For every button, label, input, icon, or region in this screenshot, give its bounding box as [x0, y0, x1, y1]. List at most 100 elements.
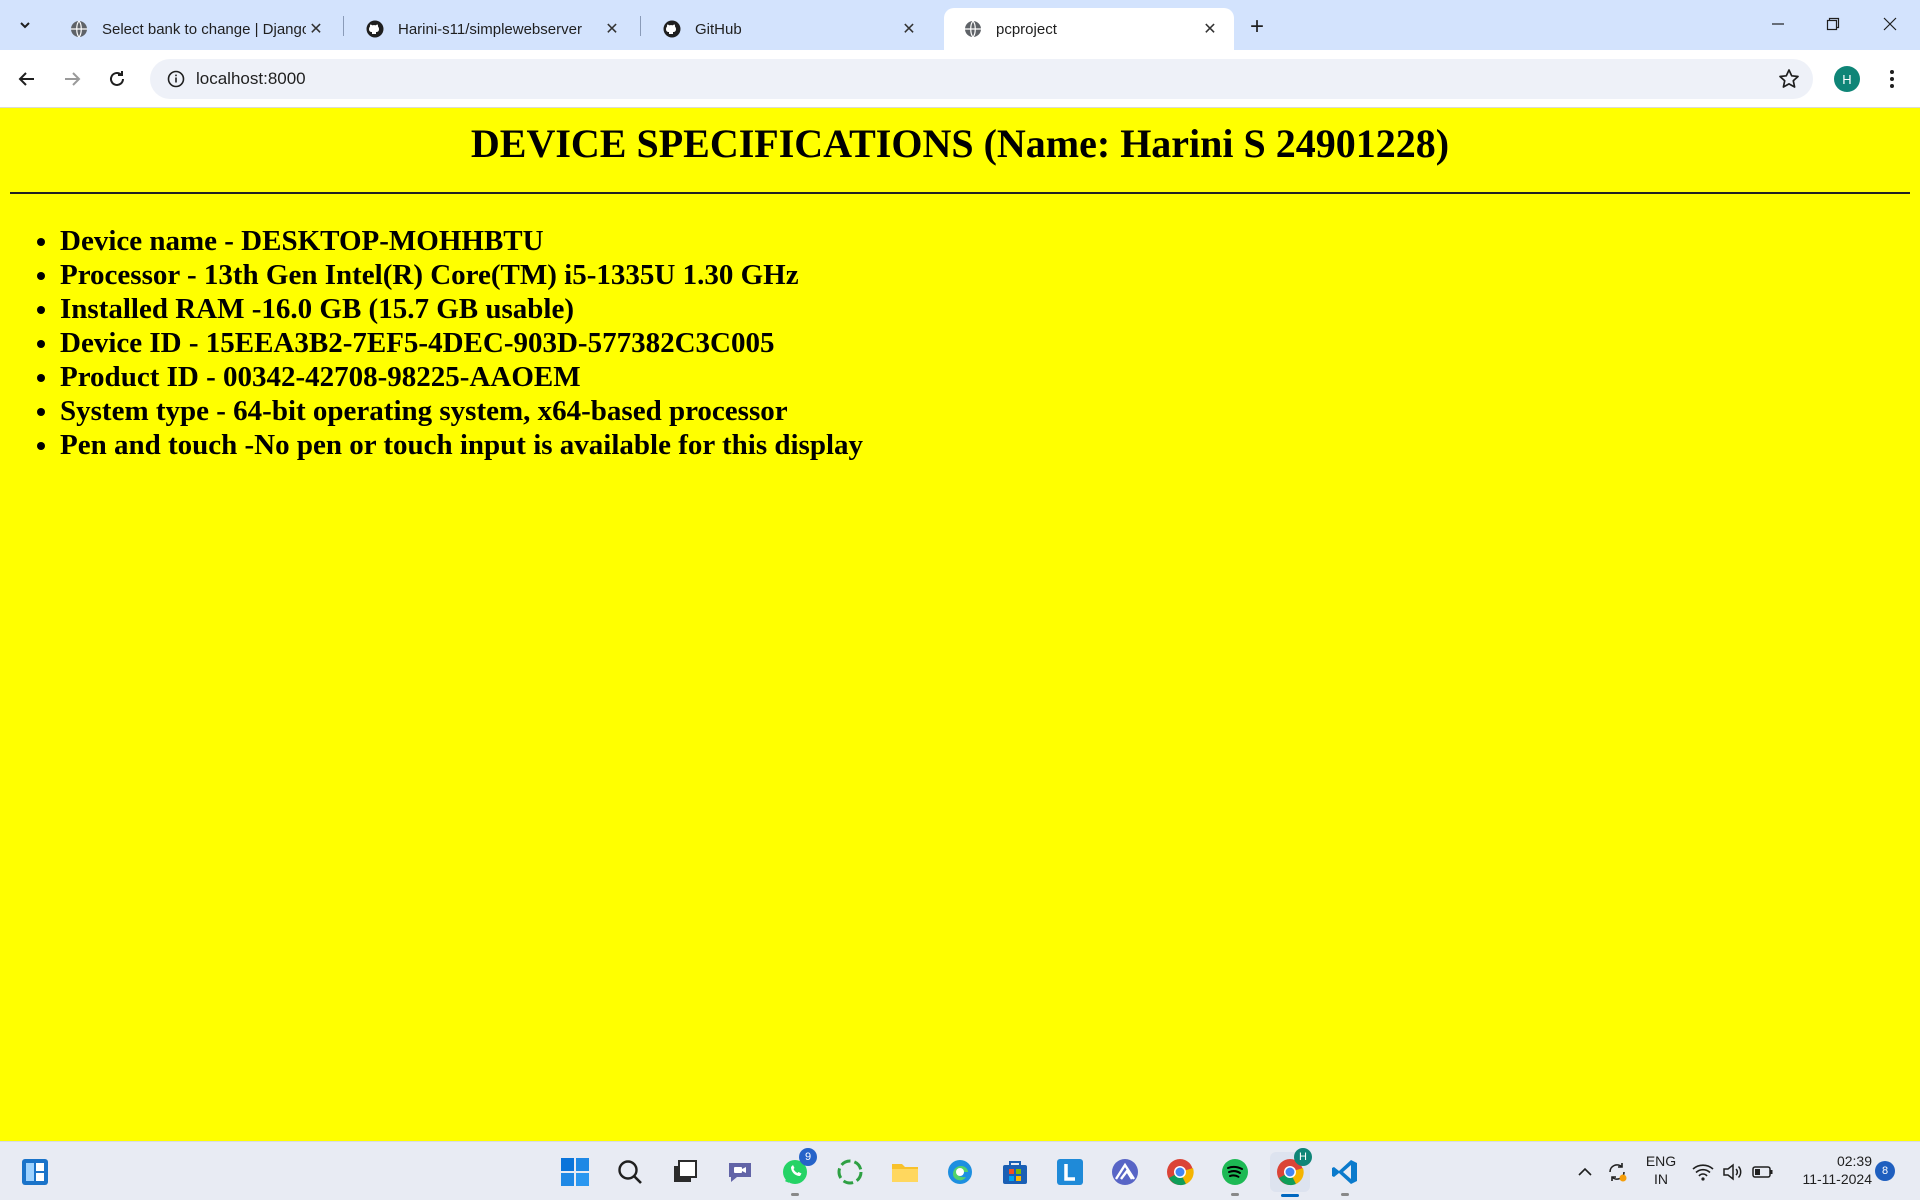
spec-list: Device name - DESKTOP-MOHHBTU Processor …	[60, 224, 863, 462]
bookmark-star-icon[interactable]	[1777, 67, 1801, 91]
search-icon	[618, 1160, 642, 1184]
running-indicator	[1231, 1193, 1239, 1196]
spotify-button[interactable]	[1215, 1152, 1255, 1196]
show-hidden-icons-button[interactable]	[1568, 1152, 1602, 1192]
volume-icon	[1723, 1163, 1742, 1181]
page-title: DEVICE SPECIFICATIONS (Name: Harini S 24…	[470, 121, 1450, 166]
tab-title: GitHub	[695, 20, 742, 38]
whatsapp-button[interactable]: 9	[775, 1148, 817, 1196]
search-button[interactable]	[610, 1152, 650, 1192]
wifi-icon	[1692, 1164, 1714, 1181]
globe-icon	[70, 20, 88, 38]
plus-icon: +	[1249, 13, 1264, 40]
sync-app-button[interactable]	[830, 1152, 870, 1192]
reload-icon	[110, 71, 124, 86]
list-item: Device name - DESKTOP-MOHHBTU	[60, 224, 863, 258]
notification-count-badge[interactable]: 8	[1875, 1161, 1895, 1181]
task-view-icon	[674, 1160, 697, 1182]
start-button[interactable]	[555, 1152, 595, 1192]
sync-icon	[1609, 1163, 1627, 1182]
chevron-down-icon	[20, 22, 30, 29]
close-icon[interactable]: ✕	[1200, 19, 1220, 39]
list-item: Device ID - 15EEA3B2-7EF5-4DEC-903D-5773…	[60, 326, 863, 360]
widgets-icon	[22, 1159, 48, 1185]
profile-avatar[interactable]: H	[1834, 66, 1860, 92]
chrome-profile-button[interactable]: H	[1270, 1148, 1312, 1197]
globe-icon	[964, 20, 982, 38]
widgets-button[interactable]	[15, 1152, 55, 1192]
chevron-up-icon	[1578, 1167, 1592, 1176]
tab-django[interactable]: Select bank to change | Django ✕	[50, 8, 340, 50]
menu-button[interactable]	[1878, 65, 1906, 93]
chrome-icon	[1167, 1159, 1194, 1186]
tab-simplewebserver[interactable]: Harini-s11/simplewebserver ✕	[346, 8, 636, 50]
language-indicator[interactable]: ENG IN	[1643, 1152, 1679, 1188]
list-item: Installed RAM -16.0 GB (15.7 GB usable)	[60, 292, 863, 326]
language-secondary: IN	[1654, 1171, 1668, 1187]
address-bar[interactable]: localhost:8000	[150, 59, 1813, 99]
taskbar: 9 H ENG IN 02:39 11-11-2024 8	[0, 1141, 1920, 1200]
page-content: DEVICE SPECIFICATIONS (Name: Harini S 24…	[0, 108, 1920, 1141]
restore-button[interactable]	[1813, 8, 1853, 40]
list-item: Pen and touch -No pen or touch input is …	[60, 428, 863, 462]
letter-l-icon	[1057, 1159, 1083, 1185]
divider	[10, 192, 1910, 194]
minimize-button[interactable]	[1758, 8, 1798, 40]
url-text[interactable]: localhost:8000	[196, 69, 306, 89]
tab-github[interactable]: GitHub ✕	[643, 8, 933, 50]
teams-chat-button[interactable]	[720, 1152, 760, 1192]
file-explorer-button[interactable]	[885, 1152, 925, 1192]
profile-badge: H	[1294, 1148, 1312, 1166]
site-info-icon[interactable]	[156, 59, 196, 99]
l-app-button[interactable]	[1050, 1152, 1090, 1192]
tab-pcproject[interactable]: pcproject ✕	[944, 8, 1234, 50]
close-icon[interactable]: ✕	[306, 19, 326, 39]
vscode-icon	[1332, 1160, 1357, 1184]
close-icon[interactable]: ✕	[899, 19, 919, 39]
sync-status-button[interactable]	[1600, 1152, 1634, 1192]
tab-separator	[343, 16, 344, 36]
running-indicator	[791, 1193, 799, 1196]
edge-button[interactable]	[940, 1152, 980, 1192]
minimize-icon	[1772, 23, 1784, 25]
edge-icon	[948, 1160, 972, 1184]
chrome-button[interactable]	[1160, 1152, 1200, 1192]
reload-button[interactable]	[100, 62, 134, 96]
circular-arrows-icon	[837, 1159, 863, 1185]
vscode-button[interactable]	[1325, 1152, 1365, 1196]
chat-icon	[729, 1163, 751, 1182]
tab-separator	[640, 16, 641, 36]
spotify-icon	[1222, 1159, 1248, 1185]
list-item: Processor - 13th Gen Intel(R) Core(TM) i…	[60, 258, 863, 292]
tab-strip: Select bank to change | Django ✕ Harini-…	[0, 0, 1920, 50]
forward-button[interactable]	[55, 62, 89, 96]
language-primary: ENG	[1645, 1153, 1677, 1169]
close-icon[interactable]: ✕	[602, 19, 622, 39]
back-button[interactable]	[10, 62, 44, 96]
task-view-button[interactable]	[665, 1152, 705, 1192]
quick-settings-button[interactable]	[1685, 1152, 1781, 1192]
clock-date: 11-11-2024	[1802, 1171, 1872, 1187]
list-item: Product ID - 00342-42708-98225-AAOEM	[60, 360, 863, 394]
active-indicator	[1281, 1194, 1299, 1197]
tab-title: pcproject	[996, 20, 1057, 38]
tab-search-button[interactable]	[10, 10, 40, 40]
clock[interactable]: 02:39 11-11-2024	[1790, 1152, 1872, 1188]
new-tab-button[interactable]: +	[1243, 13, 1271, 41]
mountain-icon	[1112, 1159, 1138, 1185]
window-close-button[interactable]	[1870, 8, 1910, 40]
tab-title: Harini-s11/simplewebserver	[398, 20, 582, 38]
arc-app-button[interactable]	[1105, 1152, 1145, 1192]
store-icon	[1003, 1161, 1027, 1184]
list-item: System type - 64-bit operating system, x…	[60, 394, 863, 428]
notification-badge: 9	[799, 1148, 817, 1166]
github-icon	[663, 20, 681, 38]
github-icon	[366, 20, 384, 38]
arrow-left-icon	[18, 72, 34, 86]
store-button[interactable]	[995, 1152, 1035, 1192]
running-indicator	[1341, 1193, 1349, 1196]
folder-icon	[892, 1164, 918, 1182]
close-icon	[1883, 17, 1897, 31]
tab-title: Select bank to change | Django	[102, 20, 306, 38]
restore-icon	[1826, 17, 1840, 31]
